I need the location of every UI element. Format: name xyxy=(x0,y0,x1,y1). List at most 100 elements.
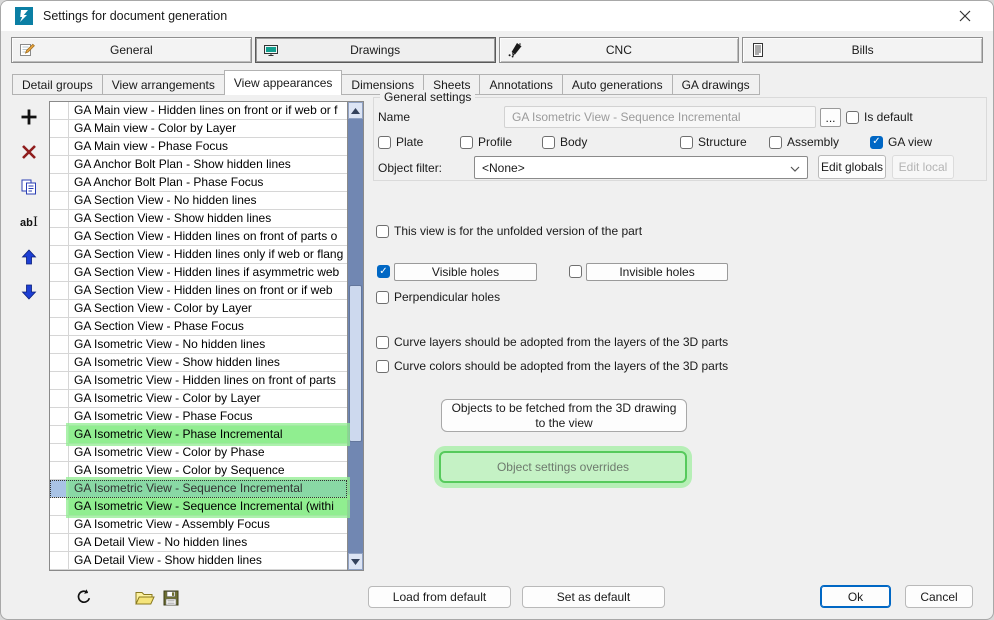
list-item[interactable]: GA Section View - No hidden lines xyxy=(50,192,347,210)
unfolded-checkbox[interactable]: ✓ This view is for the unfolded version … xyxy=(376,224,642,238)
subtab-view-appearances[interactable]: View appearances xyxy=(224,70,343,95)
list-item[interactable]: GA Isometric View - No hidden lines xyxy=(50,336,347,354)
list-item[interactable]: GA Isometric View - Hidden lines on fron… xyxy=(50,372,347,390)
scroll-up-icon[interactable] xyxy=(348,102,363,119)
list-item[interactable]: GA Isometric View - Phase Focus xyxy=(50,408,347,426)
invisible-holes-button[interactable]: Invisible holes xyxy=(586,263,728,281)
move-up-icon[interactable] xyxy=(16,245,42,269)
list-item[interactable]: GA Main view - Hidden lines on front or … xyxy=(50,102,347,120)
type-checkbox-structure[interactable]: ✓Structure xyxy=(680,135,747,149)
list-item[interactable]: GA Isometric View - Color by Phase xyxy=(50,444,347,462)
list-item[interactable]: GA Detail View - Show hidden lines xyxy=(50,552,347,570)
list-item[interactable]: GA Isometric View - Color by Sequence xyxy=(50,462,347,480)
rename-icon[interactable]: abI xyxy=(16,210,42,234)
list-item[interactable]: GA Isometric View - Phase Incremental xyxy=(50,426,347,444)
curve-layers-checkbox[interactable]: ✓ Curve layers should be adopted from th… xyxy=(376,335,728,349)
move-down-icon[interactable] xyxy=(16,280,42,304)
row-selector-cell[interactable] xyxy=(50,318,69,335)
tab-drawings[interactable]: Drawings xyxy=(255,37,496,63)
add-icon[interactable] xyxy=(16,105,42,129)
subtab-annotations[interactable]: Annotations xyxy=(479,74,562,95)
row-selector-cell[interactable] xyxy=(50,426,69,443)
row-selector-cell[interactable] xyxy=(50,534,69,551)
cancel-button[interactable]: Cancel xyxy=(905,585,973,608)
list-item[interactable]: GA Anchor Bolt Plan - Show hidden lines xyxy=(50,156,347,174)
row-selector-cell[interactable] xyxy=(50,444,69,461)
refresh-icon[interactable] xyxy=(73,586,95,608)
fetch-objects-button[interactable]: Objects to be fetched from the 3D drawin… xyxy=(441,399,687,432)
row-selector-cell[interactable] xyxy=(50,210,69,227)
scrollbar-thumb[interactable] xyxy=(349,285,362,442)
list-item[interactable]: GA Isometric View - Sequence Incremental xyxy=(50,480,347,498)
row-selector-cell[interactable] xyxy=(50,372,69,389)
subtab-auto-generations[interactable]: Auto generations xyxy=(562,74,673,95)
list-item[interactable]: GA Main view - Phase Focus xyxy=(50,138,347,156)
list-item[interactable]: GA Section View - Hidden lines on front … xyxy=(50,228,347,246)
list-item[interactable]: GA Section View - Phase Focus xyxy=(50,318,347,336)
invisible-holes-checkbox[interactable]: ✓ xyxy=(569,265,582,278)
list-item[interactable]: GA Section View - Hidden lines if asymme… xyxy=(50,264,347,282)
list-item[interactable]: GA Section View - Color by Layer xyxy=(50,300,347,318)
subtab-view-arrangements[interactable]: View arrangements xyxy=(102,74,225,95)
row-selector-cell[interactable] xyxy=(50,264,69,281)
close-icon[interactable] xyxy=(947,1,983,31)
type-checkbox-body[interactable]: ✓Body xyxy=(542,135,587,149)
list-item[interactable]: GA Detail View - No hidden lines xyxy=(50,534,347,552)
edit-globals-button[interactable]: Edit globals xyxy=(818,155,886,179)
scroll-down-icon[interactable] xyxy=(348,553,363,570)
row-selector-cell[interactable] xyxy=(50,336,69,353)
row-selector-cell[interactable] xyxy=(50,516,69,533)
row-selector-cell[interactable] xyxy=(50,246,69,263)
row-selector-cell[interactable] xyxy=(50,552,69,569)
type-checkbox-assembly[interactable]: ✓Assembly xyxy=(769,135,839,149)
copy-icon[interactable] xyxy=(16,175,42,199)
edit-local-button[interactable]: Edit local xyxy=(892,155,954,179)
row-selector-cell[interactable] xyxy=(50,300,69,317)
list-item[interactable]: GA Section View - Hidden lines only if w… xyxy=(50,246,347,264)
list-scrollbar[interactable] xyxy=(347,102,363,570)
load-from-default-button[interactable]: Load from default xyxy=(368,586,511,608)
row-selector-cell[interactable] xyxy=(50,156,69,173)
type-checkbox-ga-view[interactable]: ✓GA view xyxy=(870,135,932,149)
row-selector-cell[interactable] xyxy=(50,480,69,497)
type-checkbox-profile[interactable]: ✓Profile xyxy=(460,135,512,149)
tab-general[interactable]: General xyxy=(11,37,252,63)
object-settings-overrides-button[interactable]: Object settings overrides xyxy=(439,451,687,483)
visible-holes-checkbox[interactable]: ✓ xyxy=(377,265,390,278)
list-item[interactable]: GA Isometric View - Assembly Focus xyxy=(50,516,347,534)
row-selector-cell[interactable] xyxy=(50,282,69,299)
row-selector-cell[interactable] xyxy=(50,462,69,479)
type-checkbox-plate[interactable]: ✓Plate xyxy=(378,135,423,149)
row-selector-cell[interactable] xyxy=(50,102,69,119)
row-selector-cell[interactable] xyxy=(50,228,69,245)
perpendicular-holes-checkbox[interactable]: ✓ Perpendicular holes xyxy=(376,290,500,304)
set-as-default-button[interactable]: Set as default xyxy=(522,586,665,608)
row-selector-cell[interactable] xyxy=(50,354,69,371)
is-default-checkbox[interactable]: ✓ Is default xyxy=(846,110,913,124)
row-selector-cell[interactable] xyxy=(50,408,69,425)
list-item[interactable]: GA Anchor Bolt Plan - Phase Focus xyxy=(50,174,347,192)
list-item[interactable]: GA Isometric View - Show hidden lines xyxy=(50,354,347,372)
list-item[interactable]: GA Section View - Hidden lines on front … xyxy=(50,282,347,300)
tab-bills[interactable]: Bills xyxy=(742,37,983,63)
subtab-ga-drawings[interactable]: GA drawings xyxy=(672,74,760,95)
name-field[interactable]: GA Isometric View - Sequence Incremental xyxy=(504,106,816,128)
list-item[interactable]: GA Main view - Color by Layer xyxy=(50,120,347,138)
tab-cnc[interactable]: CNC xyxy=(499,37,740,63)
row-selector-cell[interactable] xyxy=(50,192,69,209)
row-selector-cell[interactable] xyxy=(50,120,69,137)
visible-holes-button[interactable]: Visible holes xyxy=(394,263,537,281)
ok-button[interactable]: Ok xyxy=(820,585,891,608)
subtab-detail-groups[interactable]: Detail groups xyxy=(12,74,103,95)
save-icon[interactable] xyxy=(160,587,182,609)
list-item[interactable]: GA Section View - Show hidden lines xyxy=(50,210,347,228)
open-folder-icon[interactable] xyxy=(134,587,156,609)
delete-icon[interactable] xyxy=(16,140,42,164)
browse-button[interactable]: ... xyxy=(820,108,841,127)
curve-colors-checkbox[interactable]: ✓ Curve colors should be adopted from th… xyxy=(376,359,728,373)
object-filter-dropdown[interactable]: <None> xyxy=(474,156,808,179)
row-selector-cell[interactable] xyxy=(50,498,69,515)
row-selector-cell[interactable] xyxy=(50,174,69,191)
row-selector-cell[interactable] xyxy=(50,138,69,155)
list-item[interactable]: GA Isometric View - Color by Layer xyxy=(50,390,347,408)
